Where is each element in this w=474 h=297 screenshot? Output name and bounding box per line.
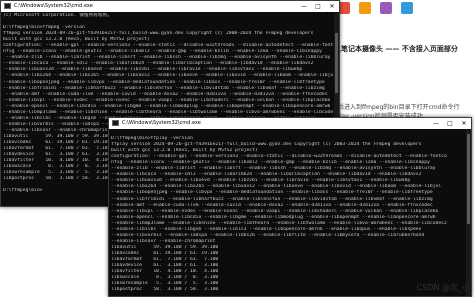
- terminal-line: --enable-amf --enable-cuda-llvm --enable…: [3, 91, 328, 97]
- doc-paragraph-1: 之后进入到ffmpeg的bin目录下打开cmd命令行: [332, 104, 460, 111]
- minimize-icon[interactable]: —: [429, 118, 443, 129]
- terminal-line: --enable-amf --enable-cuda-llvm --enable…: [111, 202, 433, 208]
- window-titlebar[interactable]: C:\Windows\System32\cmd.exe — □ ✕: [109, 118, 471, 129]
- cmd-icon: [112, 120, 119, 126]
- close-icon[interactable]: ✕: [457, 118, 471, 129]
- maximize-icon[interactable]: □: [311, 1, 325, 12]
- scrollbar-thumb[interactable]: [335, 33, 338, 93]
- terminal-line: --enable-opencl --enable-libcdio --enabl…: [3, 103, 331, 109]
- doc-toolbar: [338, 2, 413, 14]
- window-title: C:\Windows\System32\cmd.exe: [122, 120, 201, 126]
- close-icon[interactable]: ✕: [325, 1, 339, 12]
- terminal-line: --enable-libx264 --enable-libx265 --enab…: [3, 73, 333, 79]
- terminal-line: --enable-libfribidi --enable-libharfbuzz…: [111, 196, 433, 202]
- scrollbar-thumb[interactable]: [467, 134, 470, 224]
- terminal-output[interactable]: D:\ffmpeg\bin>ffplay -version ffplay vers…: [111, 130, 465, 294]
- terminal-line: --enable-libopenjpeg --enable-libvpx --e…: [111, 190, 433, 196]
- window-titlebar[interactable]: C:\Windows\System32\cmd.exe — □ ✕: [1, 1, 339, 12]
- maximize-icon[interactable]: □: [443, 118, 457, 129]
- window-title: C:\Windows\System32\cmd.exe: [14, 3, 93, 9]
- terminal-line: --enable-libfribidi --enable-libharfbuzz…: [3, 85, 325, 91]
- terminal-line: --enable-libmp3lame --enable-libshine --…: [3, 109, 333, 115]
- window-controls: — □ ✕: [297, 1, 339, 12]
- terminal-line: --enable-libopenjpeg --enable-libvpx --e…: [3, 79, 325, 85]
- toolbar-purple-icon[interactable]: [380, 2, 392, 14]
- minimize-icon[interactable]: —: [297, 1, 311, 12]
- doc-heading: 入笔记本摄像头 —— 不含接入页面部分: [334, 45, 458, 53]
- csdn-watermark: CSDN @北_小: [416, 283, 470, 292]
- toolbar-blue-icon[interactable]: [401, 2, 413, 14]
- cmd-icon: [4, 3, 11, 9]
- terminal-line: --enable-libmp3lame --enable-libshine --…: [111, 220, 447, 226]
- toolbar-orange-icon[interactable]: [359, 2, 371, 14]
- terminal-line: --enable-opencl --enable-libcdio --enabl…: [111, 214, 436, 220]
- terminal-line: --enable-libvorbis --enable-ladspa --ena…: [111, 232, 425, 238]
- scrollbar[interactable]: [466, 130, 471, 296]
- terminal-line: --enable-libvpl --enable-nvdec --enable-…: [111, 208, 439, 214]
- terminal-line: --enable-libvpl --enable-nvdec --enable-…: [3, 97, 331, 103]
- terminal-line: --enable-libilbc --enable-libgsm --enabl…: [111, 226, 422, 232]
- window-controls: — □ ✕: [429, 118, 471, 129]
- cmd-window-ffplay[interactable]: C:\Windows\System32\cmd.exe — □ ✕ D:\ffm…: [108, 117, 472, 297]
